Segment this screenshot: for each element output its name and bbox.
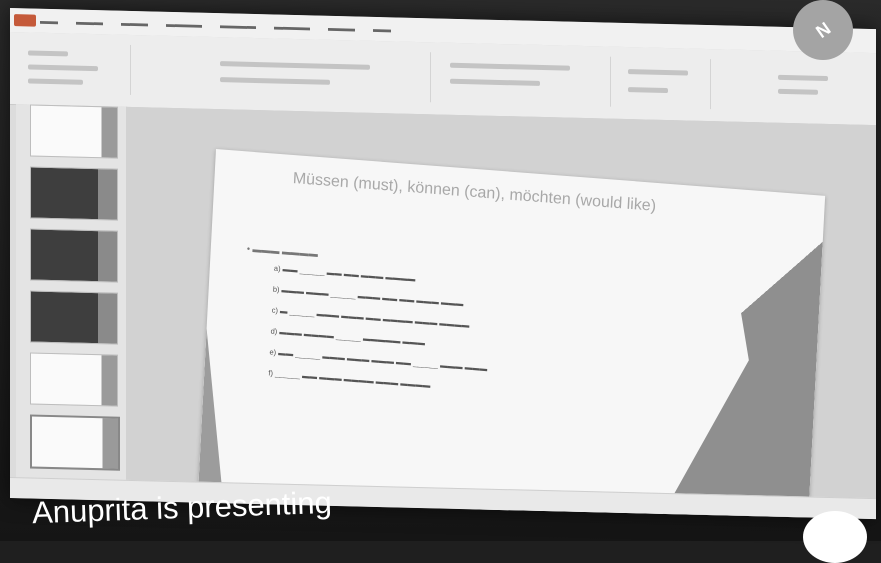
tab-home[interactable]: ▬▬ [40,16,58,26]
tab-transitions[interactable]: ▬▬▬▬ [166,19,202,30]
meeting-frame: ▬▬ ▬▬▬ ▬▬▬ ▬▬▬▬ ▬▬▬▬ ▬▬▬▬ ▬▬▬ ▬▬ Müssen … [0,0,881,563]
tab-insert[interactable]: ▬▬▬ [76,17,103,28]
slide-body: • ▬▬▬ ▬▬▬▬ a) ▬▬ ______ ▬▬ ▬▬ ▬▬▬ ▬▬▬▬ b… [240,244,677,421]
clipboard-group[interactable] [20,42,131,95]
tab-review[interactable]: ▬▬▬ [328,23,355,34]
editing-group[interactable] [770,61,860,113]
slide-thumbnail[interactable] [30,166,118,221]
slide-decoration [658,184,826,519]
tab-animations[interactable]: ▬▬▬▬ [220,20,256,31]
slide-thumbnail[interactable] [30,290,118,345]
file-tab[interactable] [14,14,36,27]
participant-avatar[interactable]: N [793,0,853,60]
slide-thumbnail[interactable] [30,228,118,283]
shared-screen: ▬▬ ▬▬▬ ▬▬▬ ▬▬▬▬ ▬▬▬▬ ▬▬▬▬ ▬▬▬ ▬▬ Müssen … [10,8,876,520]
self-view-bubble[interactable] [803,511,867,563]
slide-editor: Müssen (must), können (can), möchten (wo… [126,106,876,520]
slide-thumbnail[interactable] [30,352,118,407]
slide-thumbnail-selected[interactable] [30,414,120,471]
slide-thumbnail-pane [16,104,127,481]
current-slide[interactable]: Müssen (must), können (can), möchten (wo… [198,149,826,520]
drawing-group[interactable] [620,56,711,110]
font-group[interactable] [210,46,431,103]
slide-decoration [198,329,230,490]
slide-thumbnail[interactable] [30,104,118,159]
tab-view[interactable]: ▬▬ [373,24,391,34]
avatar-initial: N [811,17,834,42]
paragraph-group[interactable] [440,52,611,107]
tab-design[interactable]: ▬▬▬ [121,18,148,29]
slide-title: Müssen (must), können (can), möchten (wo… [292,169,657,215]
tab-slideshow[interactable]: ▬▬▬▬ [274,21,310,32]
